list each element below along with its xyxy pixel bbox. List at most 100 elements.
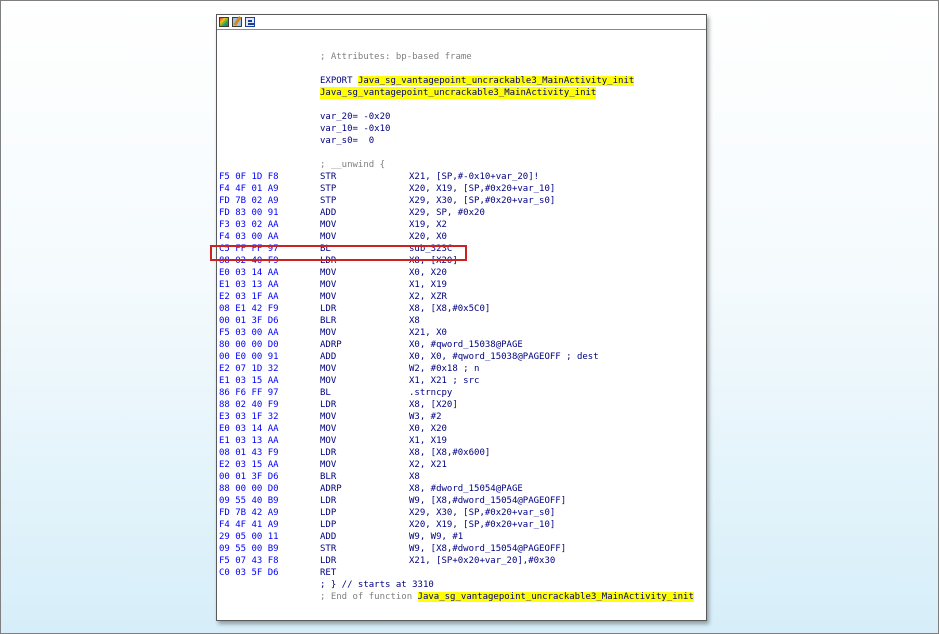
operands[interactable]: X8, [X8,#0x5C0] — [409, 303, 490, 315]
instruction-row[interactable]: C0 03 5F D6 RET — [219, 567, 706, 579]
instruction-row[interactable]: E2 07 1D 32 MOV W2, #0x18 ; n — [219, 363, 706, 375]
mnemonic: MOV — [320, 292, 337, 302]
operands[interactable]: X1, X19 — [409, 435, 447, 447]
instruction-row[interactable]: FD 7B 42 A9 LDP X29, X30, [SP,#0x20+var_s0… — [219, 507, 706, 519]
operands[interactable]: X8, [X20] — [409, 255, 458, 267]
operands[interactable]: W3, #2 — [409, 411, 442, 423]
instruction-row[interactable]: F5 03 00 AA MOV X21, X0 — [219, 327, 706, 339]
disassembly-window[interactable]: ; Attributes: bp-based frame EXPORT Java… — [216, 14, 707, 621]
opcode-bytes: 08 E1 42 F9 — [219, 304, 279, 314]
color-palette-icon[interactable] — [219, 17, 229, 27]
instruction-row[interactable]: 88 02 40 F9 LDR X8, [X20] — [219, 255, 706, 267]
operands[interactable]: X20, X19, [SP,#0x20+var_10] — [409, 519, 555, 531]
operands[interactable]: X1, X21 ; src — [409, 375, 479, 387]
instruction-row[interactable]: 09 55 00 B9 STR W9, [X8,#dword_15054@PAGEO… — [219, 543, 706, 555]
operands[interactable]: X21, [SP,#-0x10+var_20]! — [409, 171, 539, 183]
opcode-bytes: 00 01 3F D6 — [219, 316, 279, 326]
mnemonic: MOV — [320, 328, 337, 338]
instruction-row[interactable]: F4 4F 01 A9 STP X20, X19, [SP,#0x20+var_10… — [219, 183, 706, 195]
instruction-row[interactable]: 00 01 3F D6 BLR X8 — [219, 471, 706, 483]
instruction-row[interactable]: F3 03 02 AA MOV X19, X2 — [219, 219, 706, 231]
instruction-row[interactable]: FD 7B 02 A9 STP X29, X30, [SP,#0x20+var_s0… — [219, 195, 706, 207]
operands[interactable]: X8, [X20] — [409, 399, 458, 411]
operands[interactable]: W2, #0x18 ; n — [409, 363, 479, 375]
operands[interactable]: X2, XZR — [409, 291, 447, 303]
graph-view-icon[interactable] — [245, 17, 255, 27]
operands[interactable]: X8, #dword_15054@PAGE — [409, 483, 523, 495]
instruction-row[interactable]: 08 E1 42 F9 LDR X8, [X8,#0x5C0] — [219, 303, 706, 315]
opcode-bytes: E2 07 1D 32 — [219, 364, 279, 374]
instruction-row[interactable]: 00 E0 00 91 ADD X0, X0, #qword_15038@PAGEO… — [219, 351, 706, 363]
end-of-function-comment: ; End of function Java_sg_vantagepoint_u… — [320, 591, 694, 603]
mnemonic: STP — [320, 196, 337, 206]
instruction-row[interactable]: 88 02 40 F9 LDR X8, [X20] — [219, 399, 706, 411]
operands[interactable]: X19, X2 — [409, 219, 447, 231]
end-of-function-symbol[interactable]: Java_sg_vantagepoint_uncrackable3_MainAc… — [417, 592, 694, 602]
operands[interactable]: X21, [SP+0x20+var_20],#0x30 — [409, 555, 555, 567]
operands[interactable]: X8, [X8,#0x600] — [409, 447, 490, 459]
instruction-row[interactable]: 88 00 00 D0 ADRP X8, #dword_15054@PAGE — [219, 483, 706, 495]
operands[interactable]: sub_323C — [409, 243, 452, 255]
edit-icon[interactable] — [232, 17, 242, 27]
instruction-row[interactable]: F5 07 43 F8 LDR X21, [SP+0x20+var_20],#0x3… — [219, 555, 706, 567]
operands[interactable]: X8 — [409, 471, 420, 483]
instruction-row[interactable]: 80 00 00 D0 ADRP X0, #qword_15038@PAGE — [219, 339, 706, 351]
disassembly-listing[interactable]: ; Attributes: bp-based frame EXPORT Java… — [219, 51, 706, 603]
instruction-row[interactable]: E0 03 14 AA MOV X0, X20 — [219, 267, 706, 279]
operands[interactable]: X0, X0, #qword_15038@PAGEOFF ; dest — [409, 351, 599, 363]
operands[interactable]: W9, W9, #1 — [409, 531, 463, 543]
mnemonic: STP — [320, 184, 337, 194]
opcode-bytes: 86 F6 FF 97 — [219, 388, 279, 398]
operands[interactable]: X0, X20 — [409, 423, 447, 435]
instruction-row[interactable]: C5 FF FF 97 BL sub_323C — [219, 243, 706, 255]
instruction-row[interactable]: 00 01 3F D6 BLR X8 — [219, 315, 706, 327]
opcode-bytes: 09 55 40 B9 — [219, 496, 279, 506]
opcode-bytes: C0 03 5F D6 — [219, 568, 279, 578]
instruction-row[interactable]: F4 03 00 AA MOV X20, X0 — [219, 231, 706, 243]
window-title-bar — [217, 15, 706, 30]
instruction-row[interactable]: E2 03 15 AA MOV X2, X21 — [219, 459, 706, 471]
instruction-row[interactable]: E1 03 13 AA MOV X1, X19 — [219, 435, 706, 447]
instruction-row[interactable]: E0 03 14 AA MOV X0, X20 — [219, 423, 706, 435]
operands[interactable]: W9, [X8,#dword_15054@PAGEOFF] — [409, 543, 566, 555]
operands[interactable]: X21, X0 — [409, 327, 447, 339]
instruction-row[interactable]: E3 03 1F 32 MOV W3, #2 — [219, 411, 706, 423]
operands[interactable]: X0, #qword_15038@PAGE — [409, 339, 523, 351]
opcode-bytes: 00 E0 00 91 — [219, 352, 279, 362]
instruction-row[interactable]: 86 F6 FF 97 BL .strncpy — [219, 387, 706, 399]
operands[interactable]: X0, X20 — [409, 267, 447, 279]
instruction-row[interactable]: 09 55 40 B9 LDR W9, [X8,#dword_15054@PAGEO… — [219, 495, 706, 507]
mnemonic: LDR — [320, 400, 337, 410]
instruction-row[interactable]: FD 83 00 91 ADD X29, SP, #0x20 — [219, 207, 706, 219]
mnemonic: ADRP — [320, 484, 342, 494]
function-label[interactable]: Java_sg_vantagepoint_uncrackable3_MainAc… — [320, 87, 597, 99]
mnemonic: MOV — [320, 364, 337, 374]
mnemonic: STR — [320, 544, 337, 554]
operands[interactable]: X1, X19 — [409, 279, 447, 291]
mnemonic: LDR — [320, 304, 337, 314]
mnemonic: MOV — [320, 436, 337, 446]
instruction-row[interactable]: E1 03 15 AA MOV X1, X21 ; src — [219, 375, 706, 387]
operands[interactable]: W9, [X8,#dword_15054@PAGEOFF] — [409, 495, 566, 507]
export-symbol[interactable]: Java_sg_vantagepoint_uncrackable3_MainAc… — [357, 76, 635, 86]
mnemonic: LDR — [320, 496, 337, 506]
operands[interactable]: X29, X30, [SP,#0x20+var_s0] — [409, 195, 555, 207]
opcode-bytes: FD 83 00 91 — [219, 208, 279, 218]
operands[interactable]: .strncpy — [409, 387, 452, 399]
instruction-row[interactable]: E2 03 1F AA MOV X2, XZR — [219, 291, 706, 303]
operands[interactable]: X20, X19, [SP,#0x20+var_10] — [409, 183, 555, 195]
instruction-row[interactable]: F4 4F 41 A9 LDP X20, X19, [SP,#0x20+var_10… — [219, 519, 706, 531]
mnemonic: LDP — [320, 520, 337, 530]
instruction-row[interactable]: F5 0F 1D F8 STR X21, [SP,#-0x10+var_20]! — [219, 171, 706, 183]
instruction-row[interactable]: E1 03 13 AA MOV X1, X19 — [219, 279, 706, 291]
instruction-row[interactable]: 29 05 00 11 ADD W9, W9, #1 — [219, 531, 706, 543]
instruction-row[interactable]: 08 01 43 F9 LDR X8, [X8,#0x600] — [219, 447, 706, 459]
unwind-end-comment: ; } // starts at 3310 — [320, 580, 434, 590]
operands[interactable]: X2, X21 — [409, 459, 447, 471]
operands[interactable]: X29, X30, [SP,#0x20+var_s0] — [409, 507, 555, 519]
operands[interactable]: X29, SP, #0x20 — [409, 207, 485, 219]
operands[interactable]: X8 — [409, 315, 420, 327]
mnemonic: BLR — [320, 472, 337, 482]
opcode-bytes: 29 05 00 11 — [219, 532, 279, 542]
operands[interactable]: X20, X0 — [409, 231, 447, 243]
